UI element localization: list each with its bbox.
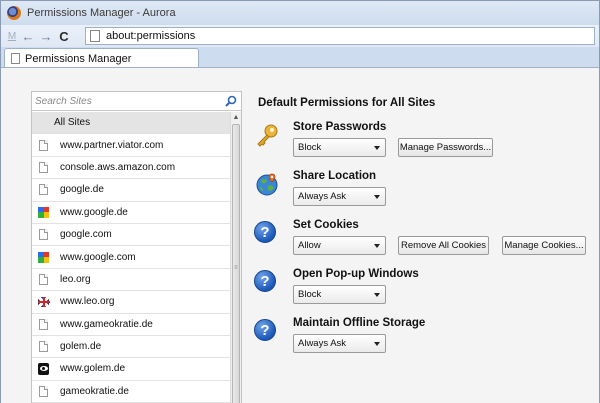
page-icon <box>38 318 49 331</box>
page-icon <box>90 30 100 42</box>
key-icon <box>257 124 278 147</box>
store-passwords-select[interactable]: Block <box>293 138 386 157</box>
scroll-thumb[interactable]: ≡ <box>232 124 240 403</box>
select-value: Always Ask <box>298 191 347 202</box>
dropdown-arrow-icon <box>374 244 380 248</box>
site-item-label: google.com <box>60 229 112 241</box>
site-item-label: All Sites <box>54 117 91 129</box>
dropdown-arrow-icon <box>374 146 380 150</box>
eye-icon <box>38 362 49 375</box>
site-list-item[interactable]: www.google.de <box>32 202 230 224</box>
page-icon <box>11 53 20 64</box>
permission-store-passwords: Store Passwords Block Manage Passwords..… <box>257 121 598 170</box>
select-value: Allow <box>298 240 321 251</box>
site-item-label: golem.de <box>60 341 102 353</box>
site-item-label: gameokratie.de <box>60 385 129 397</box>
title-bar: Permissions Manager - Aurora <box>1 1 599 25</box>
select-value: Block <box>298 142 322 153</box>
set-cookies-select[interactable]: Allow <box>293 236 386 255</box>
question-icon: ? <box>254 319 280 345</box>
page-icon <box>38 183 49 196</box>
uk-flag-icon <box>38 295 50 308</box>
site-list-item[interactable]: www.partner.viator.com <box>32 134 230 157</box>
permission-label: Set Cookies <box>293 219 359 231</box>
search-icon[interactable] <box>225 95 237 107</box>
page-icon <box>38 273 49 286</box>
dropdown-arrow-icon <box>374 342 380 346</box>
site-item-label: google.de <box>60 184 104 196</box>
dropdown-arrow-icon <box>374 195 380 199</box>
site-list-item[interactable]: leo.org <box>32 269 230 292</box>
m-icon[interactable]: M <box>5 27 19 45</box>
popup-windows-select[interactable]: Block <box>293 285 386 304</box>
select-value: Block <box>298 289 322 300</box>
page-content: All Sites www.partner.viator.com console.a… <box>1 67 599 403</box>
site-item-label: console.aws.amazon.com <box>60 161 176 173</box>
permissions-panel: Default Permissions for All Sites Store … <box>254 97 598 353</box>
question-icon: ? <box>254 270 280 296</box>
permission-open-popup-windows: ? Open Pop-up Windows Block <box>254 268 598 317</box>
window-title: Permissions Manager - Aurora <box>27 7 176 19</box>
permission-label: Store Passwords <box>293 121 387 133</box>
share-location-select[interactable]: Always Ask <box>293 187 386 206</box>
site-item-label: www.partner.viator.com <box>60 139 164 151</box>
site-list-item[interactable]: www.golem.de <box>32 358 230 381</box>
page-title: Default Permissions for All Sites <box>258 97 436 109</box>
site-list-item[interactable]: gameokratie.de <box>32 381 230 403</box>
scrollbar[interactable]: ▲ ≡ <box>230 112 241 403</box>
site-list-item[interactable]: golem.de <box>32 336 230 359</box>
remove-all-cookies-button[interactable]: Remove All Cookies <box>398 236 489 255</box>
site-item-label: www.google.com <box>60 251 136 263</box>
permission-label: Share Location <box>293 170 377 182</box>
page-icon <box>38 340 49 353</box>
site-list-item[interactable]: google.com <box>32 224 230 247</box>
question-icon: ? <box>254 221 280 247</box>
url-text[interactable]: about:permissions <box>106 30 195 42</box>
site-list-item[interactable]: console.aws.amazon.com <box>32 157 230 180</box>
site-item-label: www.golem.de <box>60 363 126 375</box>
google-icon <box>38 206 49 219</box>
navigation-toolbar: M ← → C about:permissions <box>1 25 599 47</box>
url-bar[interactable]: about:permissions <box>85 27 595 45</box>
permission-offline-storage: ? Maintain Offline Storage Always Ask <box>254 317 598 366</box>
site-item-label: www.leo.org <box>60 296 115 308</box>
tab-label: Permissions Manager <box>25 52 132 65</box>
site-list-item[interactable]: www.gameokratie.de <box>32 314 230 336</box>
grip-icon: ≡ <box>234 265 238 271</box>
tab-permissions-manager[interactable]: Permissions Manager <box>4 48 199 68</box>
site-list-item[interactable]: www.google.com <box>32 246 230 269</box>
page-icon <box>38 228 49 241</box>
select-value: Always Ask <box>298 338 347 349</box>
permission-share-location: Share Location Always Ask <box>256 170 598 219</box>
google-icon <box>38 251 49 264</box>
reload-button[interactable]: C <box>55 27 73 45</box>
search-box[interactable] <box>32 92 241 111</box>
tab-strip: Permissions Manager <box>1 47 599 68</box>
globe-icon <box>256 173 278 196</box>
site-item-label: leo.org <box>60 273 91 285</box>
site-item-label: www.gameokratie.de <box>60 318 153 330</box>
page-icon <box>38 139 49 152</box>
search-input[interactable] <box>35 95 220 107</box>
permission-label: Open Pop-up Windows <box>293 268 419 280</box>
permission-label: Maintain Offline Storage <box>293 317 426 329</box>
back-button[interactable]: ← <box>19 27 37 45</box>
manage-passwords-button[interactable]: Manage Passwords... <box>398 138 493 157</box>
browser-window: Permissions Manager - Aurora M ← → C abo… <box>0 0 600 403</box>
manage-cookies-button[interactable]: Manage Cookies... <box>502 236 586 255</box>
dropdown-arrow-icon <box>374 293 380 297</box>
site-item-label: www.google.de <box>60 206 128 218</box>
site-list-item[interactable]: www.leo.org <box>32 291 230 314</box>
page-icon <box>38 161 49 174</box>
offline-storage-select[interactable]: Always Ask <box>293 334 386 353</box>
site-item-all-sites[interactable]: All Sites <box>32 112 230 135</box>
site-list: All Sites www.partner.viator.com console.a… <box>32 112 230 403</box>
scroll-up-arrow-icon[interactable]: ▲ <box>231 112 241 123</box>
permission-set-cookies: ? Set Cookies Allow Remove All Cookies M… <box>254 219 598 268</box>
site-list-panel: All Sites www.partner.viator.com console.a… <box>31 91 242 403</box>
page-icon <box>38 385 49 398</box>
aurora-logo-icon <box>7 6 21 20</box>
forward-button[interactable]: → <box>37 27 55 45</box>
site-list-item[interactable]: google.de <box>32 179 230 202</box>
